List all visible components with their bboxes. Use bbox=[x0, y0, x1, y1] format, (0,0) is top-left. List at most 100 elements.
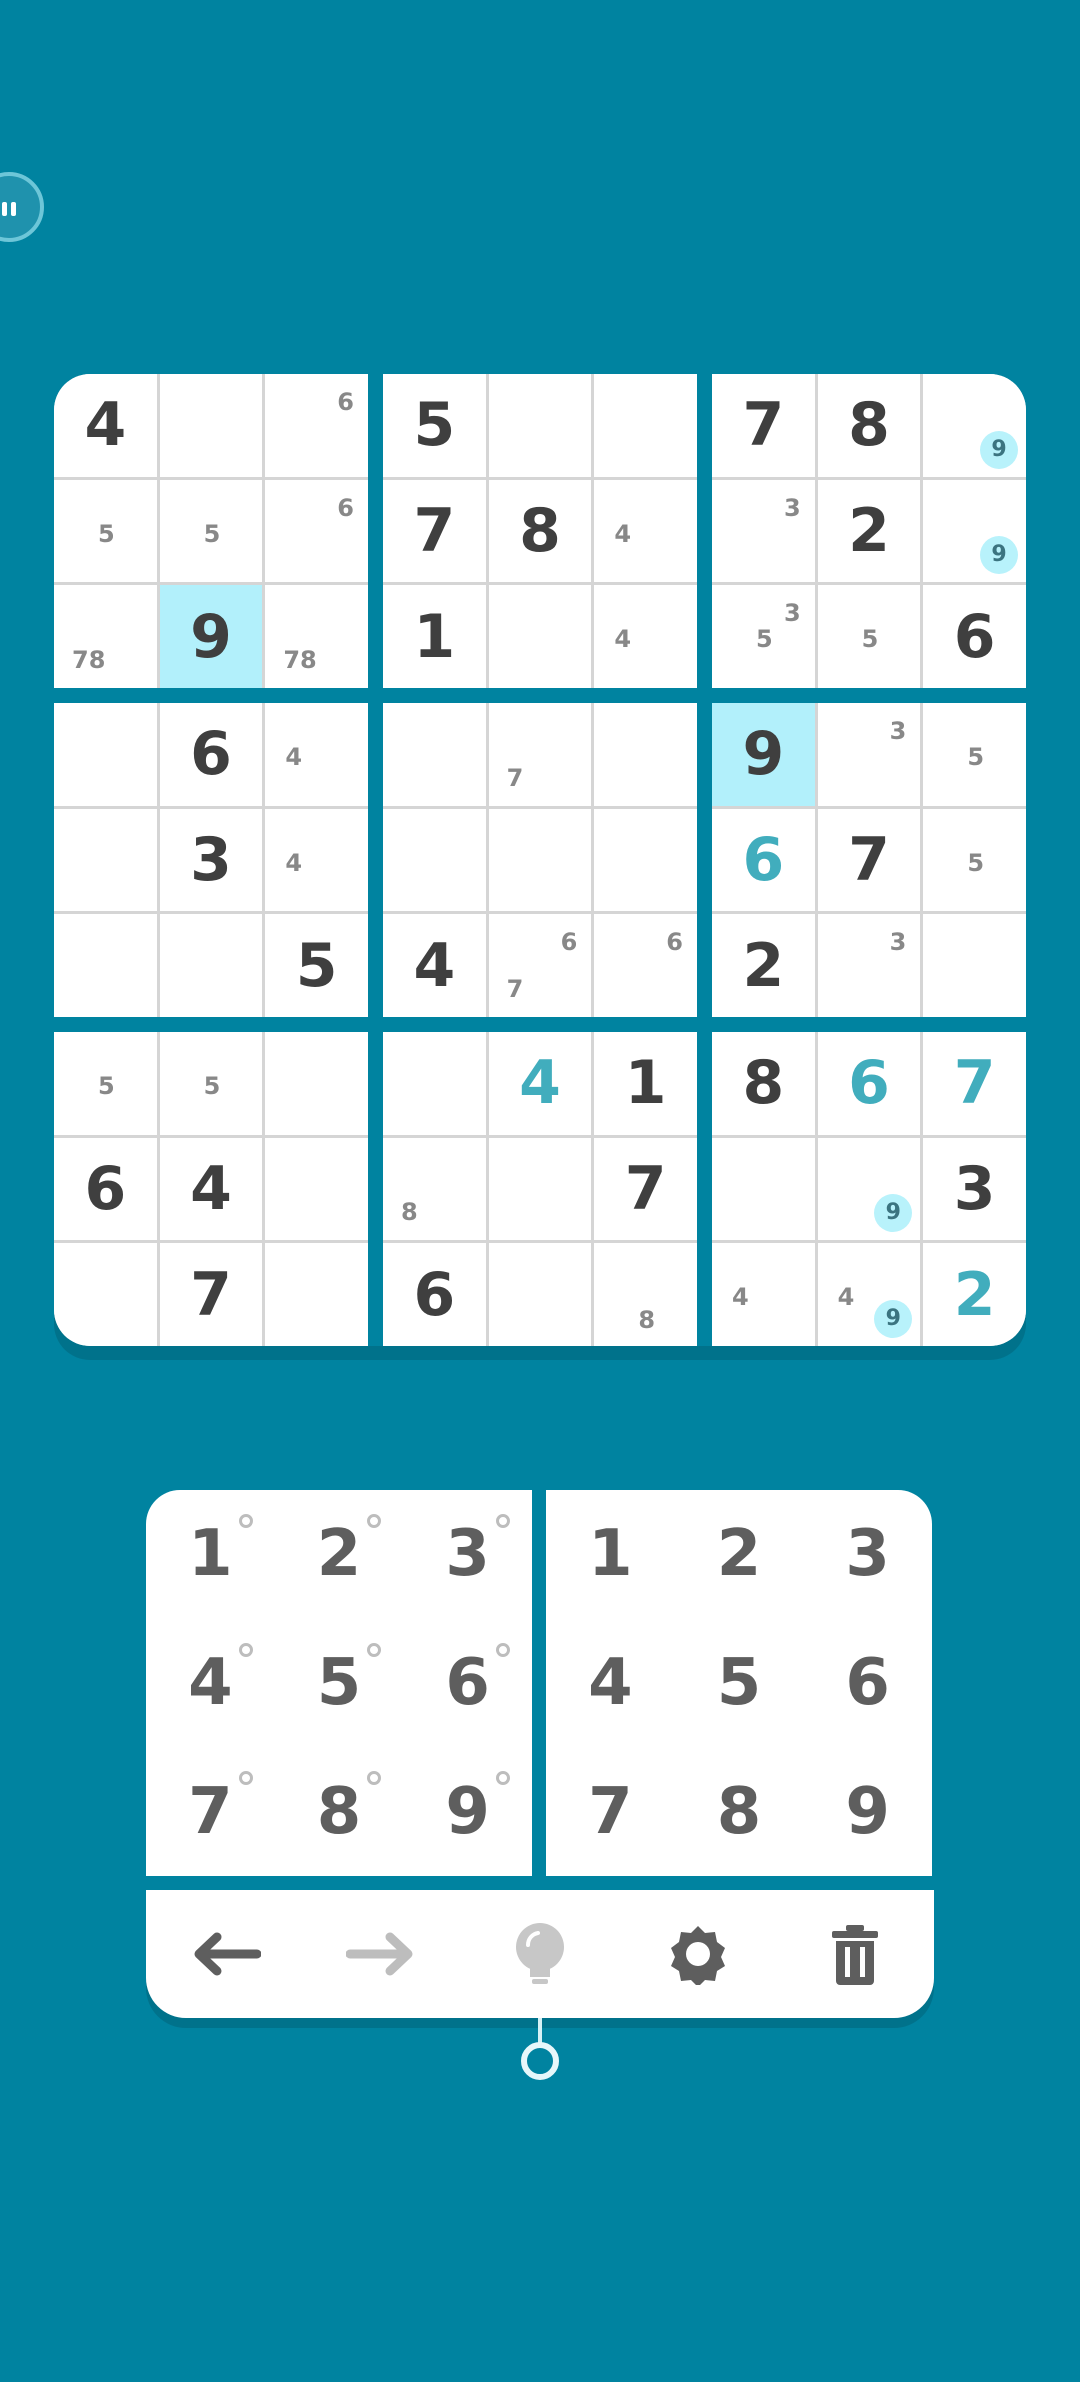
board-cell[interactable]: 5 bbox=[54, 1032, 157, 1135]
board-cell[interactable]: 5 bbox=[383, 374, 486, 477]
delete-icon[interactable] bbox=[810, 1909, 900, 1999]
board-cell[interactable]: 4 bbox=[712, 1243, 815, 1346]
board-cell[interactable]: 4 bbox=[383, 914, 486, 1017]
board-cell[interactable]: 8 bbox=[594, 1243, 697, 1346]
board-cell[interactable] bbox=[159, 914, 263, 1017]
board-cell[interactable]: 6 bbox=[159, 703, 263, 806]
number-key[interactable]: 3 bbox=[803, 1490, 932, 1619]
board-cell[interactable]: 5 bbox=[159, 479, 263, 583]
pencil-key[interactable]: 3 bbox=[403, 1490, 532, 1619]
board-cell[interactable] bbox=[488, 1243, 592, 1346]
board-cell[interactable] bbox=[488, 808, 592, 912]
board-cell[interactable]: 76 bbox=[488, 914, 592, 1017]
board-cell[interactable]: 2 bbox=[923, 1243, 1026, 1346]
board-cell[interactable]: 1 bbox=[594, 1032, 697, 1135]
board-cell[interactable]: 7 bbox=[488, 703, 592, 806]
board-cell[interactable]: 5 bbox=[54, 479, 157, 583]
board-cell[interactable] bbox=[265, 1137, 368, 1241]
board-cell[interactable]: 78 bbox=[265, 585, 368, 688]
board-cell[interactable] bbox=[594, 808, 697, 912]
pencil-key[interactable]: 1 bbox=[146, 1490, 275, 1619]
settings-icon[interactable] bbox=[653, 1909, 743, 1999]
board-cell[interactable]: 4 bbox=[159, 1137, 263, 1241]
number-key[interactable]: 1 bbox=[546, 1490, 675, 1619]
board-cell[interactable]: 6 bbox=[923, 585, 1026, 688]
number-key[interactable]: 7 bbox=[546, 1747, 675, 1876]
board-cell[interactable]: 5 bbox=[265, 914, 368, 1017]
board-cell[interactable] bbox=[594, 703, 697, 806]
board-cell[interactable]: 8 bbox=[712, 1032, 815, 1135]
board-cell[interactable]: 7 bbox=[159, 1243, 263, 1346]
board-cell[interactable]: 6 bbox=[383, 1243, 486, 1346]
board-cell[interactable]: 9 bbox=[923, 479, 1026, 583]
board-cell[interactable]: 9 bbox=[712, 703, 815, 806]
board-cell[interactable]: 78 bbox=[54, 585, 157, 688]
board-cell[interactable] bbox=[594, 374, 697, 477]
board-cell[interactable]: 9 bbox=[923, 374, 1026, 477]
number-key[interactable]: 2 bbox=[675, 1490, 804, 1619]
board-cell[interactable]: 5 bbox=[923, 808, 1026, 912]
pencil-key[interactable]: 6 bbox=[403, 1619, 532, 1748]
board-cell[interactable]: 1 bbox=[383, 585, 486, 688]
pencil-key[interactable]: 5 bbox=[275, 1619, 404, 1748]
board-cell[interactable]: 4 bbox=[594, 479, 697, 583]
board-cell[interactable]: 4 bbox=[488, 1032, 592, 1135]
board-cell[interactable]: 7 bbox=[594, 1137, 697, 1241]
board-cell[interactable] bbox=[383, 808, 486, 912]
board-cell[interactable] bbox=[54, 808, 157, 912]
board-cell[interactable] bbox=[488, 585, 592, 688]
pencil-key[interactable]: 9 bbox=[403, 1747, 532, 1876]
pencil-key[interactable]: 2 bbox=[275, 1490, 404, 1619]
board-cell[interactable]: 9 bbox=[817, 1137, 921, 1241]
board-cell[interactable]: 6 bbox=[817, 1032, 921, 1135]
board-cell[interactable]: 5 bbox=[159, 1032, 263, 1135]
board-cell[interactable]: 6 bbox=[54, 1137, 157, 1241]
board-cell[interactable]: 4 bbox=[594, 585, 697, 688]
board-cell[interactable]: 5 bbox=[923, 703, 1026, 806]
board-cell[interactable]: 3 bbox=[817, 914, 921, 1017]
board-cell[interactable]: 3 bbox=[712, 479, 815, 583]
board-cell[interactable]: 4 bbox=[265, 808, 368, 912]
board-cell[interactable] bbox=[383, 703, 486, 806]
board-cell[interactable]: 6 bbox=[712, 808, 815, 912]
board-cell[interactable] bbox=[265, 1032, 368, 1135]
pencil-key[interactable]: 8 bbox=[275, 1747, 404, 1876]
board-cell[interactable]: 8 bbox=[383, 1137, 486, 1241]
board-cell[interactable]: 3 bbox=[817, 703, 921, 806]
board-cell[interactable]: 53 bbox=[712, 585, 815, 688]
board-cell[interactable] bbox=[54, 1243, 157, 1346]
board-cell[interactable] bbox=[488, 1137, 592, 1241]
board-cell[interactable]: 3 bbox=[923, 1137, 1026, 1241]
pencil-key[interactable]: 4 bbox=[146, 1619, 275, 1748]
undo-icon[interactable] bbox=[180, 1909, 270, 1999]
board-cell[interactable]: 4 bbox=[265, 703, 368, 806]
number-key[interactable]: 6 bbox=[803, 1619, 932, 1748]
board-cell[interactable]: 8 bbox=[488, 479, 592, 583]
redo-icon[interactable] bbox=[337, 1909, 427, 1999]
number-key[interactable]: 9 bbox=[803, 1747, 932, 1876]
board-cell[interactable] bbox=[159, 374, 263, 477]
board-cell[interactable]: 9 bbox=[159, 585, 263, 688]
board-cell[interactable]: 2 bbox=[712, 914, 815, 1017]
board-cell[interactable]: 7 bbox=[712, 374, 815, 477]
board-cell[interactable]: 6 bbox=[594, 914, 697, 1017]
board-cell[interactable] bbox=[488, 374, 592, 477]
board-cell[interactable]: 4 bbox=[54, 374, 157, 477]
board-cell[interactable]: 5 bbox=[817, 585, 921, 688]
hint-icon[interactable] bbox=[495, 1909, 585, 1999]
board-cell[interactable]: 7 bbox=[923, 1032, 1026, 1135]
board-cell[interactable]: 2 bbox=[817, 479, 921, 583]
board-cell[interactable]: 6 bbox=[265, 479, 368, 583]
number-key[interactable]: 4 bbox=[546, 1619, 675, 1748]
board-cell[interactable]: 49 bbox=[817, 1243, 921, 1346]
pencil-key[interactable]: 7 bbox=[146, 1747, 275, 1876]
board-cell[interactable] bbox=[54, 914, 157, 1017]
board-cell[interactable] bbox=[923, 914, 1026, 1017]
board-cell[interactable]: 7 bbox=[383, 479, 486, 583]
number-key[interactable]: 5 bbox=[675, 1619, 804, 1748]
board-cell[interactable] bbox=[712, 1137, 815, 1241]
number-key[interactable]: 8 bbox=[675, 1747, 804, 1876]
board-cell[interactable]: 8 bbox=[817, 374, 921, 477]
board-cell[interactable]: 6 bbox=[265, 374, 368, 477]
board-cell[interactable] bbox=[265, 1243, 368, 1346]
